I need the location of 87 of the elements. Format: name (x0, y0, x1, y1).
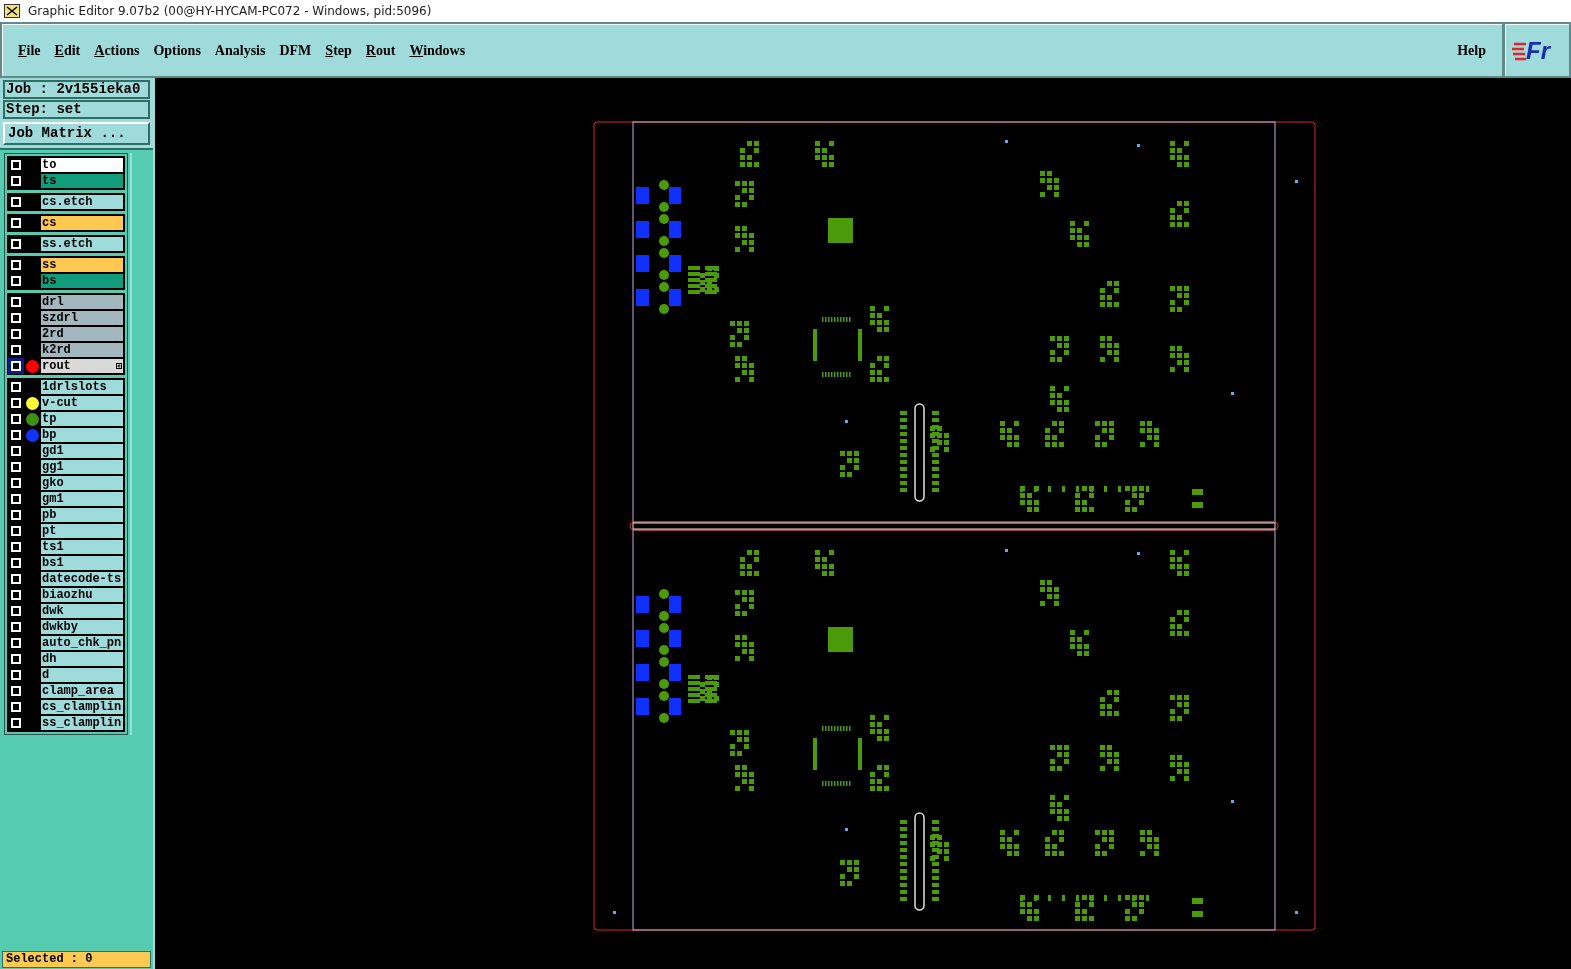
layer-toggle[interactable] (8, 157, 24, 173)
layer-toggle[interactable] (8, 507, 24, 523)
menu-item[interactable]: Step (318, 40, 359, 61)
speed-lines-icon (1512, 40, 1526, 61)
layer-toggle[interactable] (8, 443, 24, 459)
layer-toggle[interactable] (8, 491, 24, 507)
layer-toggle[interactable] (8, 358, 24, 374)
layer-toggle[interactable] (8, 587, 24, 603)
layer-toggle[interactable] (8, 326, 24, 342)
menu-item[interactable]: Windows (402, 40, 473, 61)
layer-toggle[interactable] (8, 571, 24, 587)
layer-toggle[interactable] (8, 667, 24, 683)
layer-name[interactable]: 1drlslots (40, 379, 124, 395)
layer-name[interactable]: ts (40, 173, 124, 189)
layer-toggle[interactable] (8, 342, 24, 358)
menu-item[interactable]: Analysis (207, 40, 273, 61)
layer-toggle[interactable] (8, 555, 24, 571)
layer-name[interactable]: dwkby (40, 619, 124, 635)
layer-toggle[interactable] (8, 523, 24, 539)
layer-toggle[interactable] (8, 236, 24, 252)
layer-name[interactable]: dwk (40, 603, 124, 619)
help-menu[interactable]: Help (1449, 40, 1494, 61)
layer-name[interactable]: gm1 (40, 491, 124, 507)
layer-toggle[interactable] (8, 475, 24, 491)
layer-name[interactable]: pb (40, 507, 124, 523)
layer-name[interactable]: drl (40, 294, 124, 310)
layer-name[interactable]: gg1 (40, 459, 124, 475)
layer-toggle[interactable] (8, 173, 24, 189)
layer-toggle[interactable] (8, 651, 24, 667)
layer-name[interactable]: bs (40, 273, 124, 289)
layer-toggle[interactable] (8, 194, 24, 210)
layer-toggle[interactable] (8, 411, 24, 427)
menu-item[interactable]: Edit (47, 40, 88, 61)
app-icon (4, 4, 20, 18)
layer-toggle[interactable] (8, 379, 24, 395)
step-label: Step: set (3, 100, 150, 119)
layer-name[interactable]: to (40, 157, 124, 173)
menu-item[interactable]: Options (146, 40, 208, 61)
menu-item[interactable]: Rout (358, 40, 403, 61)
layer-toggle[interactable] (8, 683, 24, 699)
layer-name[interactable]: pt (40, 523, 124, 539)
layer-name[interactable]: cs (40, 215, 124, 231)
layer-name[interactable]: cs_clamplin (40, 699, 124, 715)
logo-text: Fr (1526, 38, 1550, 63)
layer-toggle[interactable] (8, 459, 24, 475)
layer-toggle[interactable] (8, 619, 24, 635)
selected-count: Selected : 0 (2, 951, 151, 968)
layer-name[interactable]: biaozhu (40, 587, 124, 603)
job-label: Job : 2v155ieka0 (3, 80, 150, 99)
layer-name[interactable]: dh (40, 651, 124, 667)
layer-toggle[interactable] (8, 294, 24, 310)
layer-toggle[interactable] (8, 257, 24, 273)
layer-name[interactable]: ts1 (40, 539, 124, 555)
layer-name[interactable]: bs1 (40, 555, 124, 571)
layer-name[interactable]: k2rd (40, 342, 124, 358)
layer-name[interactable]: gd1 (40, 443, 124, 459)
layer-toggle[interactable] (8, 215, 24, 231)
menu-item[interactable]: File (11, 40, 48, 61)
layer-name[interactable]: ss_clamplin (40, 715, 124, 731)
layer-name[interactable]: gko (40, 475, 124, 491)
layer-toggle[interactable] (8, 273, 24, 289)
layer-toggle[interactable] (8, 310, 24, 326)
layer-name[interactable]: ss (40, 257, 124, 273)
layer-toggle[interactable] (8, 395, 24, 411)
layer-toggle[interactable] (8, 427, 24, 443)
layer-toggle[interactable] (8, 715, 24, 731)
layer-name[interactable]: szdrl (40, 310, 124, 326)
layer-name[interactable]: ss.etch (40, 236, 124, 252)
layer-name[interactable]: tp (40, 411, 124, 427)
layer-name[interactable]: bp (40, 427, 124, 443)
layer-toggle[interactable] (8, 699, 24, 715)
layer-name[interactable]: v-cut (40, 395, 124, 411)
layer-name[interactable]: 2rd (40, 326, 124, 342)
layer-name[interactable]: clamp_area (40, 683, 124, 699)
layer-toggle[interactable] (8, 603, 24, 619)
expand-icon[interactable] (116, 363, 122, 369)
layer-name[interactable]: datecode-ts (40, 571, 124, 587)
window-title: Graphic Editor 9.07b2 (00@HY-HYCAM-PC072 - Windows, pid:5096) (28, 3, 432, 20)
job-matrix-button[interactable]: Job Matrix ... (3, 122, 150, 145)
layer-name[interactable]: cs.etch (40, 194, 124, 210)
layer-toggle[interactable] (8, 635, 24, 651)
menu-item[interactable]: DFM (272, 40, 319, 61)
layer-name[interactable]: auto_chk_pn (40, 635, 124, 651)
layer-name[interactable]: d (40, 667, 124, 683)
menu-item[interactable]: Actions (87, 40, 147, 61)
layer-toggle[interactable] (8, 539, 24, 555)
layer-name[interactable]: rout (40, 358, 124, 374)
